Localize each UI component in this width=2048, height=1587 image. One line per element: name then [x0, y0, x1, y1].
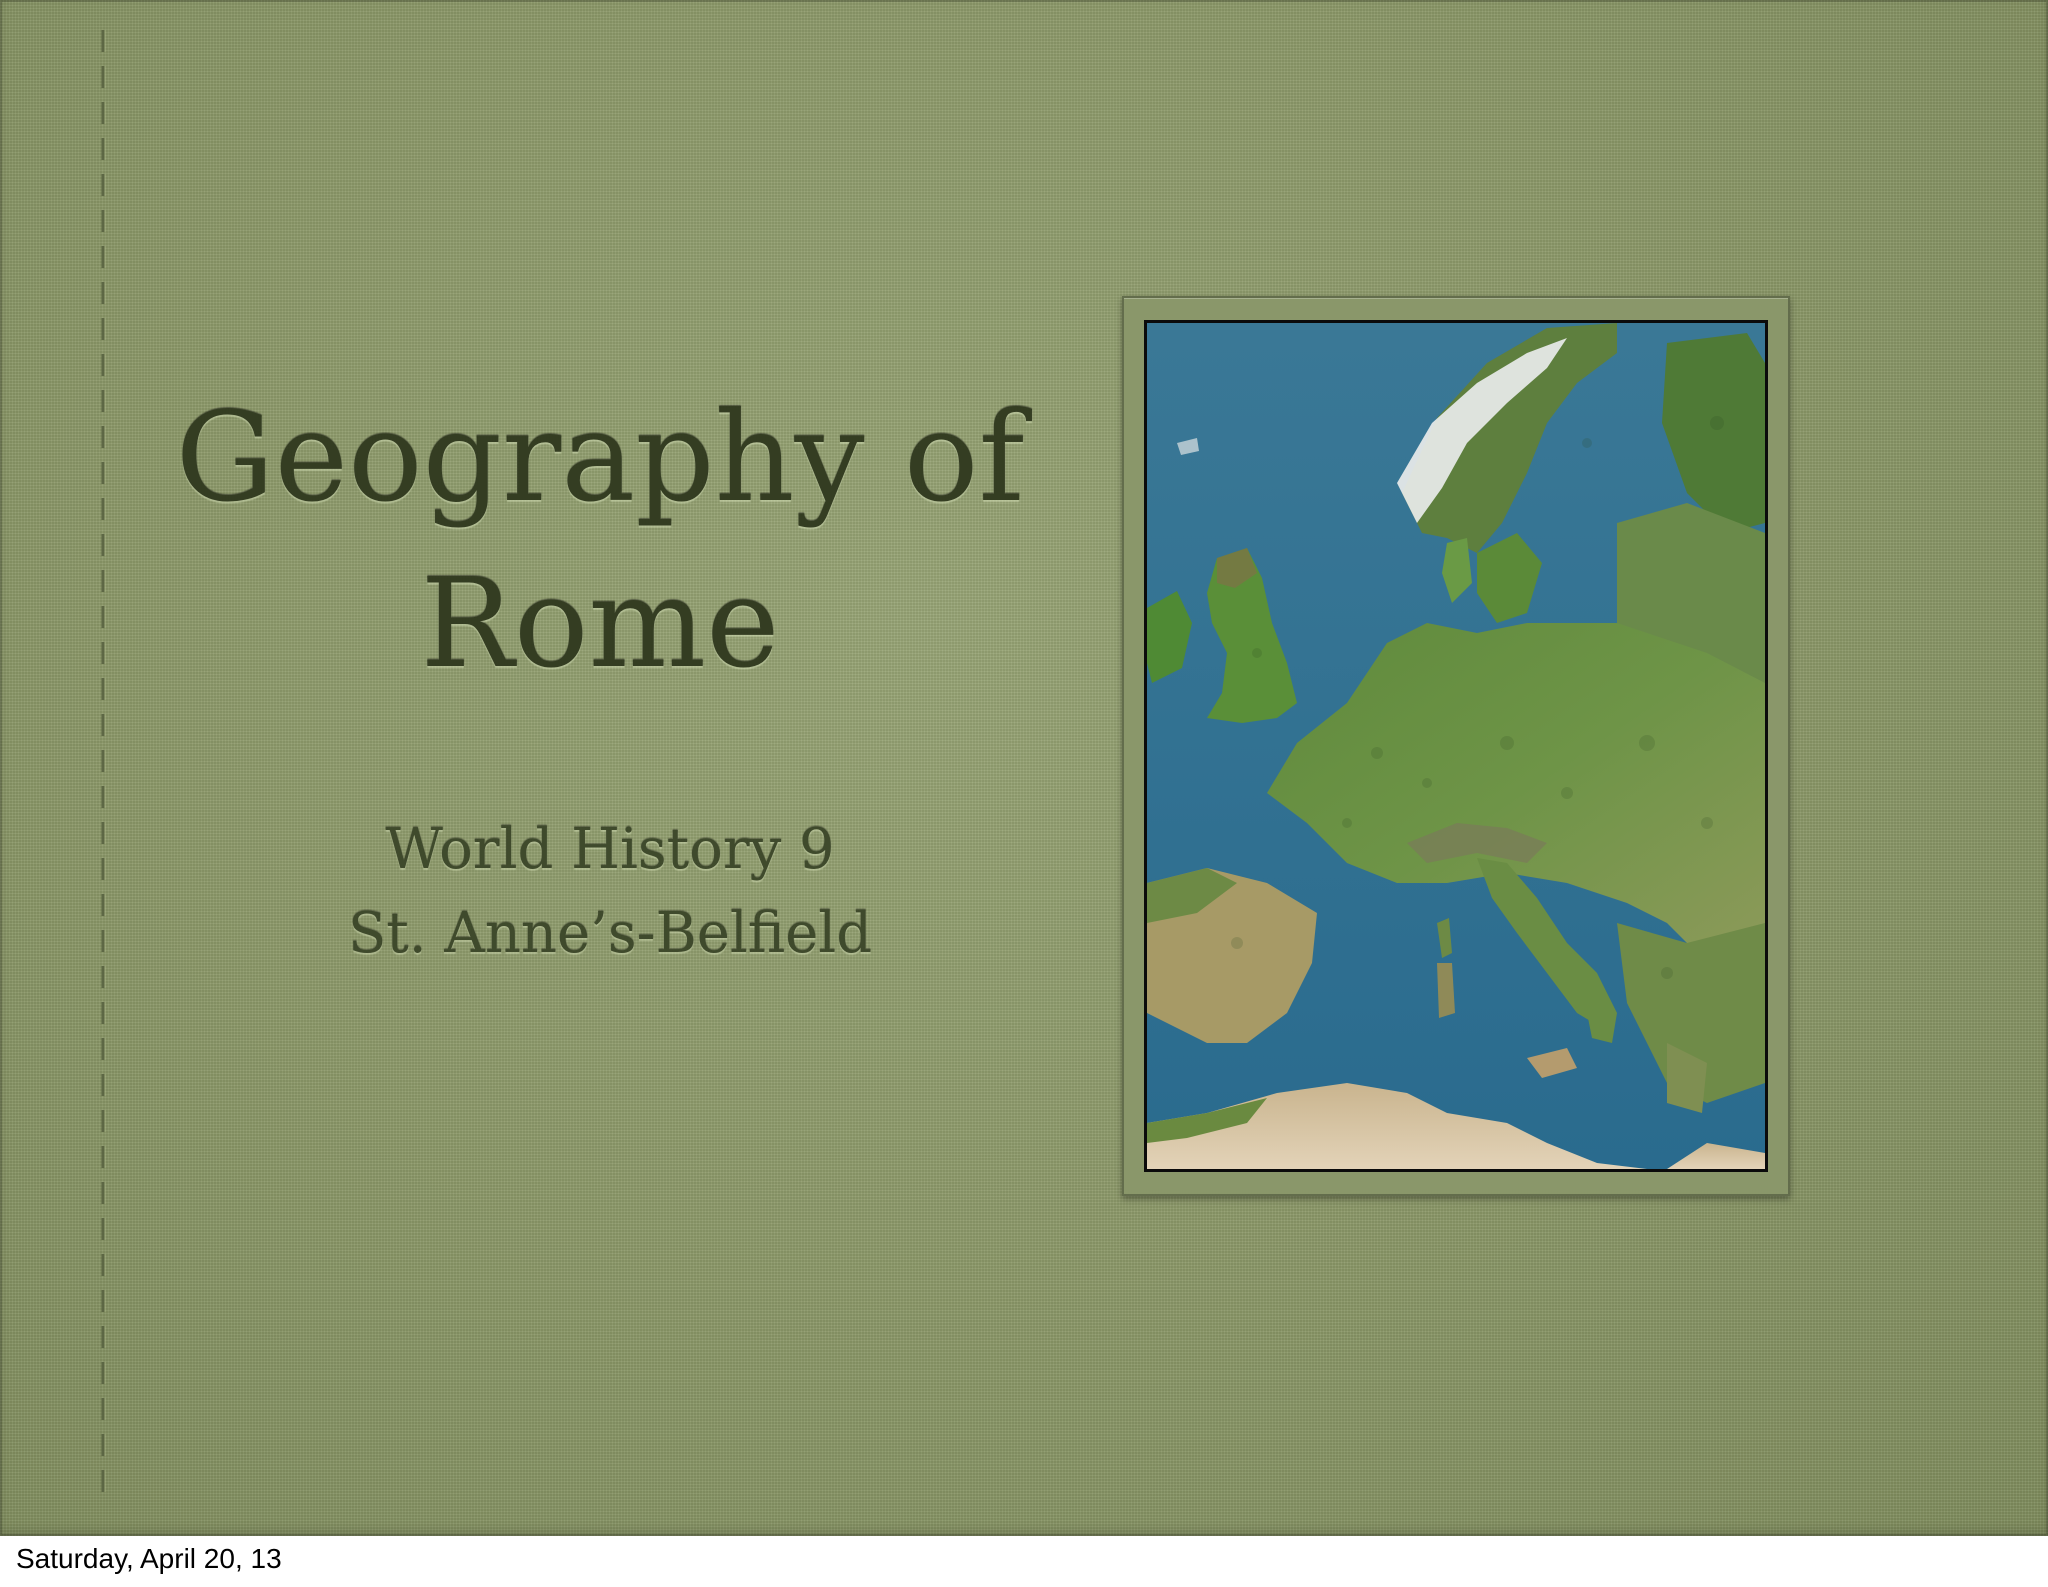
europe-map-drawing	[1147, 323, 1765, 1169]
subtitle-course: World History 9	[385, 817, 835, 882]
slide: Geography of Rome World History 9 St. An…	[0, 0, 2048, 1536]
slide-title-line-1: Geography of	[175, 386, 1025, 530]
slide-subtitle: World History 9 St. Anne’s-Belfield	[215, 808, 1005, 976]
slide-title: Geography of Rome	[100, 375, 1100, 707]
image-frame	[1122, 296, 1790, 1196]
subtitle-school: St. Anne’s-Belfield	[347, 901, 873, 966]
footer-date: Saturday, April 20, 13	[16, 1543, 282, 1574]
europe-map-image	[1144, 320, 1768, 1172]
binding-stitch-decoration	[96, 30, 110, 1500]
slide-title-line-2: Rome	[420, 552, 780, 696]
